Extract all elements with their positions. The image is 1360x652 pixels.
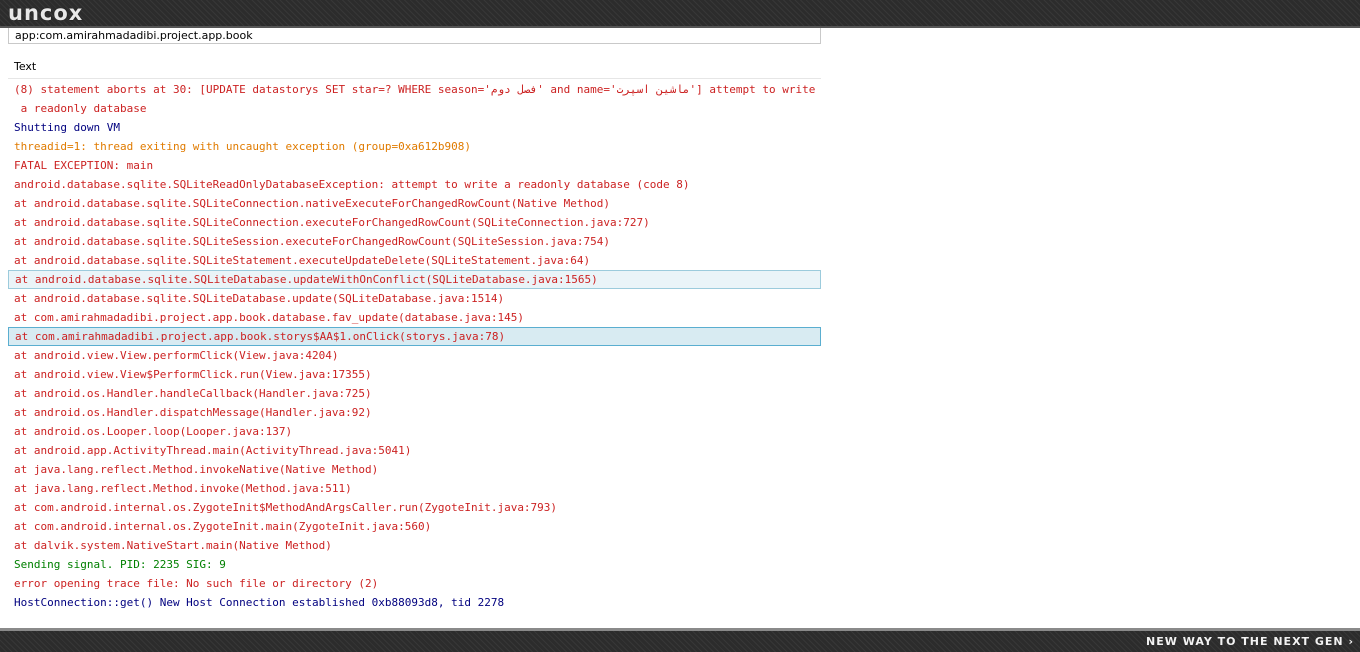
log-row[interactable]: at android.os.Handler.dispatchMessage(Ha… bbox=[8, 403, 821, 422]
log-row[interactable]: at dalvik.system.NativeStart.main(Native… bbox=[8, 536, 821, 555]
log-row[interactable]: at android.database.sqlite.SQLiteDatabas… bbox=[8, 270, 821, 289]
site-logo: uncox bbox=[8, 1, 84, 25]
log-row[interactable]: at android.os.Handler.handleCallback(Han… bbox=[8, 384, 821, 403]
log-row[interactable]: android.database.sqlite.SQLiteReadOnlyDa… bbox=[8, 175, 821, 194]
footer-tagline: NEW WAY TO THE NEXT GEN › bbox=[1146, 635, 1354, 648]
log-row[interactable]: Sending signal. PID: 2235 SIG: 9 bbox=[8, 555, 821, 574]
log-row[interactable]: at com.amirahmadadibi.project.app.book.d… bbox=[8, 308, 821, 327]
log-row[interactable]: at java.lang.reflect.Method.invokeNative… bbox=[8, 460, 821, 479]
logcat-panel: Text (8) statement aborts at 30: [UPDATE… bbox=[8, 28, 821, 624]
log-row[interactable]: at android.app.ActivityThread.main(Activ… bbox=[8, 441, 821, 460]
log-row[interactable]: at android.database.sqlite.SQLiteConnect… bbox=[8, 194, 821, 213]
logcat-filter-input[interactable] bbox=[8, 28, 821, 44]
log-row[interactable]: at android.database.sqlite.SQLiteDatabas… bbox=[8, 289, 821, 308]
log-row[interactable]: at android.view.View$PerformClick.run(Vi… bbox=[8, 365, 821, 384]
log-row[interactable]: at com.android.internal.os.ZygoteInit$Me… bbox=[8, 498, 821, 517]
log-row[interactable]: error opening trace file: No such file o… bbox=[8, 574, 821, 593]
log-row[interactable]: at android.os.Looper.loop(Looper.java:13… bbox=[8, 422, 821, 441]
log-row[interactable]: (8) statement aborts at 30: [UPDATE data… bbox=[8, 80, 821, 99]
site-footer-bar: NEW WAY TO THE NEXT GEN › bbox=[0, 628, 1360, 652]
log-row[interactable]: at android.view.View.performClick(View.j… bbox=[8, 346, 821, 365]
log-row[interactable]: at android.database.sqlite.SQLiteConnect… bbox=[8, 213, 821, 232]
log-row[interactable]: at com.amirahmadadibi.project.app.book.s… bbox=[8, 327, 821, 346]
log-row[interactable]: Shutting down VM bbox=[8, 118, 821, 137]
log-row[interactable]: at android.database.sqlite.SQLiteSession… bbox=[8, 232, 821, 251]
column-header-label: Text bbox=[14, 60, 37, 73]
column-header-text[interactable]: Text bbox=[8, 56, 821, 79]
log-row[interactable]: HostConnection::get() New Host Connectio… bbox=[8, 593, 821, 612]
log-row[interactable]: a readonly database bbox=[8, 99, 821, 118]
log-row[interactable]: at android.database.sqlite.SQLiteStateme… bbox=[8, 251, 821, 270]
log-row[interactable]: at com.android.internal.os.ZygoteInit.ma… bbox=[8, 517, 821, 536]
log-row[interactable]: at java.lang.reflect.Method.invoke(Metho… bbox=[8, 479, 821, 498]
log-list[interactable]: (8) statement aborts at 30: [UPDATE data… bbox=[8, 80, 821, 612]
log-row[interactable]: threadid=1: thread exiting with uncaught… bbox=[8, 137, 821, 156]
log-row[interactable]: FATAL EXCEPTION: main bbox=[8, 156, 821, 175]
site-header-bar: uncox bbox=[0, 0, 1360, 28]
